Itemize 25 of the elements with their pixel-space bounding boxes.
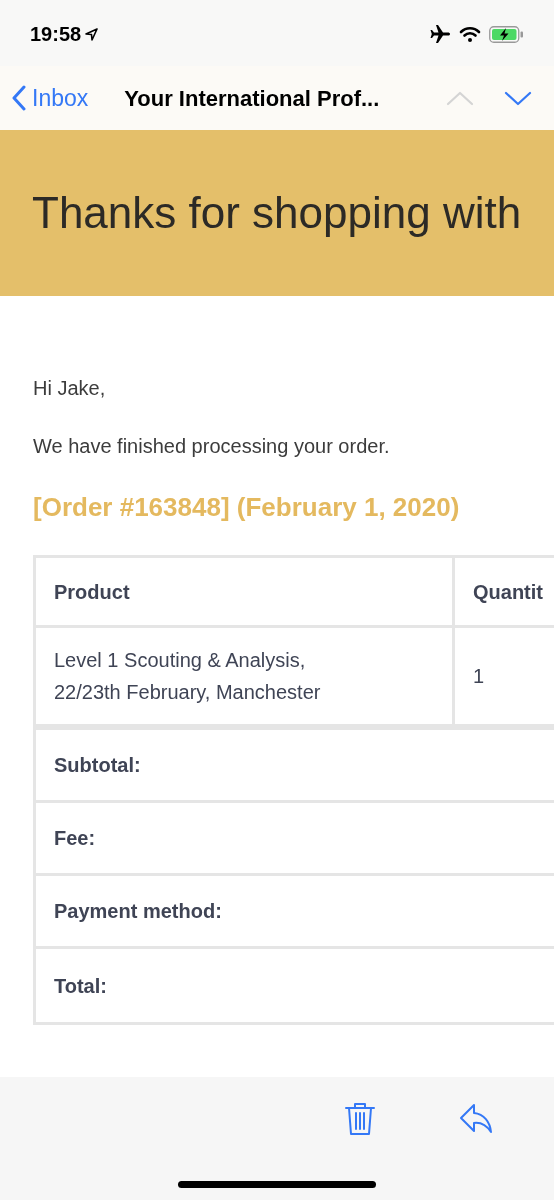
reply-arrow-icon: [458, 1103, 494, 1135]
location-arrow-icon: [85, 27, 99, 41]
chevron-left-icon: [12, 85, 26, 111]
total-label: Payment method:: [54, 899, 222, 924]
status-time: 19:58: [30, 22, 82, 47]
airplane-icon: [429, 24, 451, 44]
back-button[interactable]: Inbox: [12, 80, 89, 116]
message-text: We have finished processing your order.: [33, 434, 391, 459]
banner-title: Thanks for shopping with: [32, 187, 522, 239]
greeting-text: Hi Jake,: [33, 376, 107, 401]
column-header: Product: [36, 558, 455, 625]
trash-button[interactable]: [344, 1101, 376, 1137]
battery-charging-icon: [489, 25, 524, 43]
table-cell-text: 1: [472, 664, 486, 689]
wifi-icon: [459, 25, 481, 43]
total-label: Fee:: [54, 826, 96, 851]
trash-icon: [344, 1101, 376, 1137]
order-heading: [Order #163848] (February 1, 2020): [33, 491, 461, 524]
chevron-up-icon: [445, 89, 475, 107]
total-label: Total:: [54, 973, 107, 999]
table-cell: Level 1 Scouting & Analysis, 22/23th February, Manchester: [36, 628, 455, 724]
column-header: Quantit: [472, 579, 544, 605]
total-label: Subtotal:: [54, 753, 141, 778]
chevron-down-icon: [503, 89, 533, 107]
message-subject: Your International Prof...: [124, 84, 380, 113]
